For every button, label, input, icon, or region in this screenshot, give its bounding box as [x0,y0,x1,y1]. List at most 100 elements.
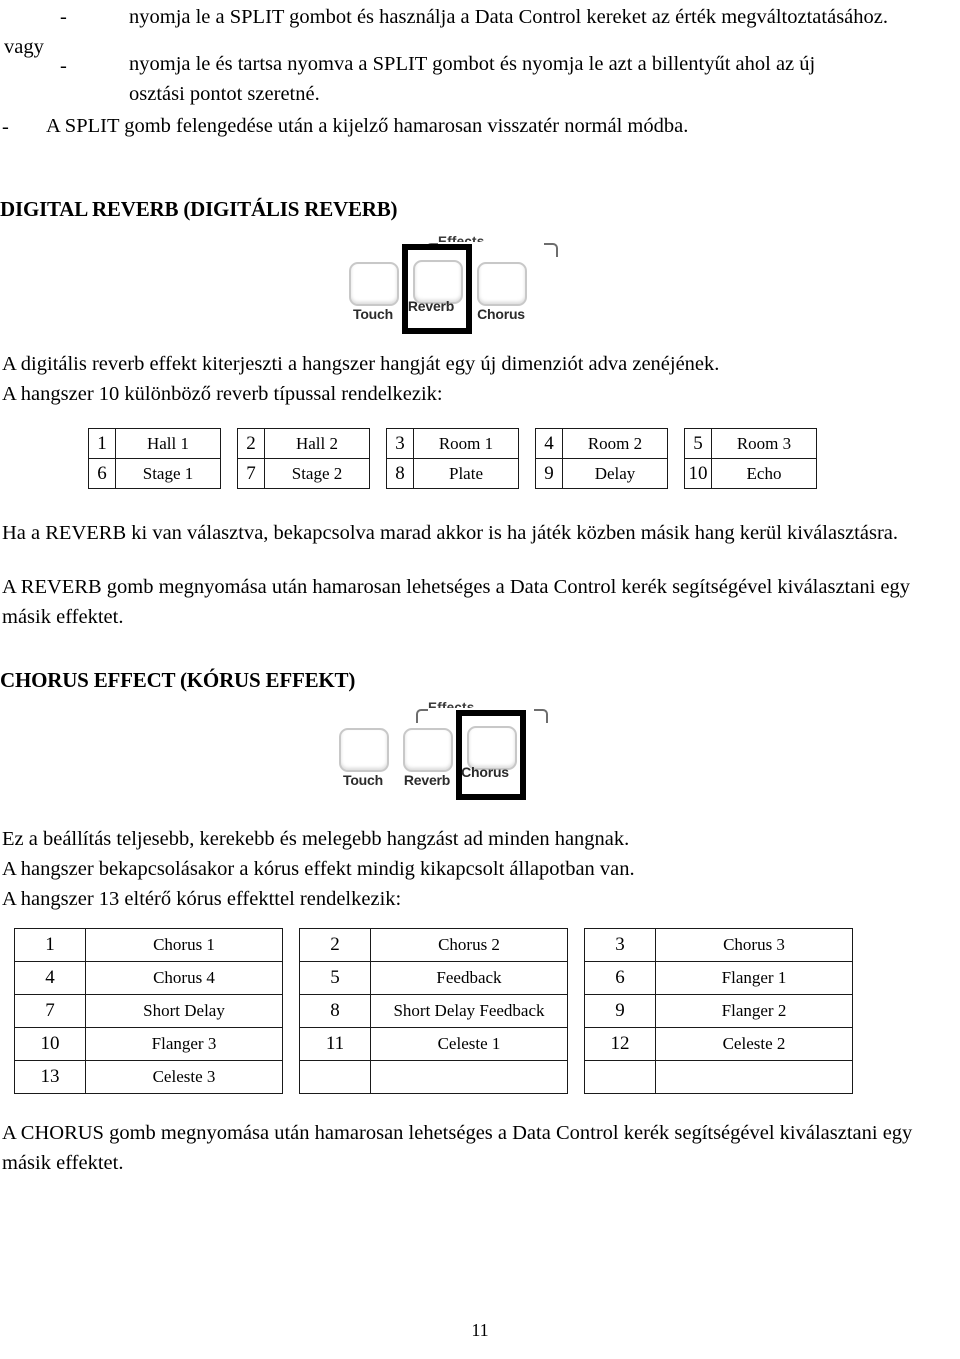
table-spacer [567,994,585,1028]
reverb-howto-paragraph: A REVERB gomb megnyomása után hamarosan … [2,576,911,628]
panel-button-reverb-label: Reverb [403,772,451,788]
chorus-number: 10 [14,1027,86,1061]
table-spacer [282,1060,300,1094]
section-heading-chorus-effect: CHORUS EFFECT (KÓRUS EFFEKT) [0,668,356,692]
table-spacer [567,928,585,962]
table-row: 1 Hall 1 2 Hall 2 3 Room 1 4 Room 2 5 Ro… [88,428,817,459]
reverb-number: 10 [684,458,712,489]
bullet-dash-icon: - [2,116,9,138]
chorus-number: 11 [299,1027,371,1061]
instruction-item-2: - nyomja le és tartsa nyomva a SPLIT gom… [0,32,960,109]
reverb-number: 8 [386,458,414,489]
table-spacer [220,428,238,459]
chorus-label: Chorus 4 [85,961,283,995]
chorus-label: Feedback [370,961,568,995]
reverb-number: 6 [88,458,116,489]
table-row: 1 Chorus 1 2 Chorus 2 3 Chorus 3 [14,928,853,962]
panel-button-touch: Touch [334,716,392,794]
section-heading-digital-reverb: DIGITAL REVERB (DIGITÁLIS REVERB) [0,197,398,221]
chorus-number: 7 [14,994,86,1028]
chorus-label: Short Delay [85,994,283,1028]
chorus-label: Chorus 1 [85,928,283,962]
reverb-number: 2 [237,428,265,459]
chorus-label: Short Delay Feedback [370,994,568,1028]
instruction-item-2-line-1: nyomja le és tartsa nyomva a SPLIT gombo… [129,53,816,75]
panel-button-chorus-label: Chorus [477,306,525,322]
chorus-number: 6 [584,961,656,995]
instruction-item-1-text: nyomja le a SPLIT gombot és használja a … [129,6,888,28]
instruction-item-3: - A SPLIT gomb felengedése után a kijelz… [0,109,960,141]
reverb-number: 5 [684,428,712,459]
effects-panel-illustration-chorus: Effects Touch Reverb Chorus [316,700,556,800]
panel-button-reverb: Reverb [398,716,456,794]
button-cap-icon [403,728,453,772]
panel-button-chorus-highlighted: Chorus [456,710,526,800]
table-spacer [220,458,238,489]
panel-button-chorus-label: Chorus [461,764,509,780]
chorus-label: Celeste 1 [370,1027,568,1061]
table-spacer [518,428,536,459]
reverb-intro-paragraph: A digitális reverb effekt kiterjeszti a … [2,353,720,405]
reverb-number: 3 [386,428,414,459]
button-cap-icon [349,262,399,306]
button-cap-icon [339,728,389,772]
chorus-number: 8 [299,994,371,1028]
table-spacer [282,994,300,1028]
panel-button-touch: Touch [344,250,402,328]
button-cap-icon [477,262,527,306]
chorus-label: Chorus 3 [655,928,853,962]
reverb-label: Hall 1 [115,428,221,459]
table-spacer [282,928,300,962]
table-row: 4 Chorus 4 5 Feedback 6 Flanger 1 [14,961,853,995]
table-row: 6 Stage 1 7 Stage 2 8 Plate 9 Delay 10 E… [88,458,817,489]
chorus-number: 1 [14,928,86,962]
table-spacer [667,458,685,489]
panel-button-chorus: Chorus [472,250,530,328]
chorus-number-empty [584,1060,656,1094]
table-row: 7 Short Delay 8 Short Delay Feedback 9 F… [14,994,853,1028]
chorus-number: 13 [14,1060,86,1094]
chorus-types-table: 1 Chorus 1 2 Chorus 2 3 Chorus 3 4 Choru… [14,928,853,1094]
table-spacer [667,428,685,459]
reverb-note-paragraph: Ha a REVERB ki van választva, bekapcsolv… [2,522,899,544]
chorus-number: 9 [584,994,656,1028]
table-spacer [567,1060,585,1094]
bullet-dash-icon: - [60,6,67,28]
reverb-number: 1 [88,428,116,459]
reverb-number: 7 [237,458,265,489]
instruction-item-3-text: A SPLIT gomb felengedése után a kijelző … [46,115,689,137]
chorus-label: Celeste 2 [655,1027,853,1061]
panel-button-touch-label: Touch [353,306,393,322]
table-spacer [369,428,387,459]
reverb-label: Echo [711,458,817,489]
chorus-label: Flanger 2 [655,994,853,1028]
reverb-label: Plate [413,458,519,489]
reverb-number: 9 [535,458,563,489]
chorus-number: 4 [14,961,86,995]
table-spacer [282,1027,300,1061]
effects-panel-illustration-reverb: Effects Touch Reverb Chorus [326,234,566,334]
chorus-number: 3 [584,928,656,962]
table-spacer [369,458,387,489]
chorus-label: Celeste 3 [85,1060,283,1094]
chorus-intro-paragraph: Ez a beállítás teljesebb, kerekebb és me… [2,828,635,910]
reverb-label: Room 3 [711,428,817,459]
table-spacer [567,961,585,995]
reverb-number: 4 [535,428,563,459]
reverb-types-table: 1 Hall 1 2 Hall 2 3 Room 1 4 Room 2 5 Ro… [88,428,817,489]
chorus-howto-paragraph: A CHORUS gomb megnyomása után hamarosan … [2,1122,913,1174]
chorus-number: 5 [299,961,371,995]
chorus-number-empty [299,1060,371,1094]
chorus-label-empty [370,1060,568,1094]
panel-button-reverb-label: Reverb [407,298,455,314]
reverb-label: Room 1 [413,428,519,459]
table-row: 13 Celeste 3 [14,1060,853,1094]
table-spacer [567,1027,585,1061]
reverb-label: Hall 2 [264,428,370,459]
table-row: 10 Flanger 3 11 Celeste 1 12 Celeste 2 [14,1027,853,1061]
table-spacer [518,458,536,489]
panel-button-reverb-highlighted: Reverb [402,244,472,334]
chorus-label: Flanger 1 [655,961,853,995]
instruction-item-2-line-2: osztási pontot szeretné. [129,83,320,105]
chorus-label: Flanger 3 [85,1027,283,1061]
